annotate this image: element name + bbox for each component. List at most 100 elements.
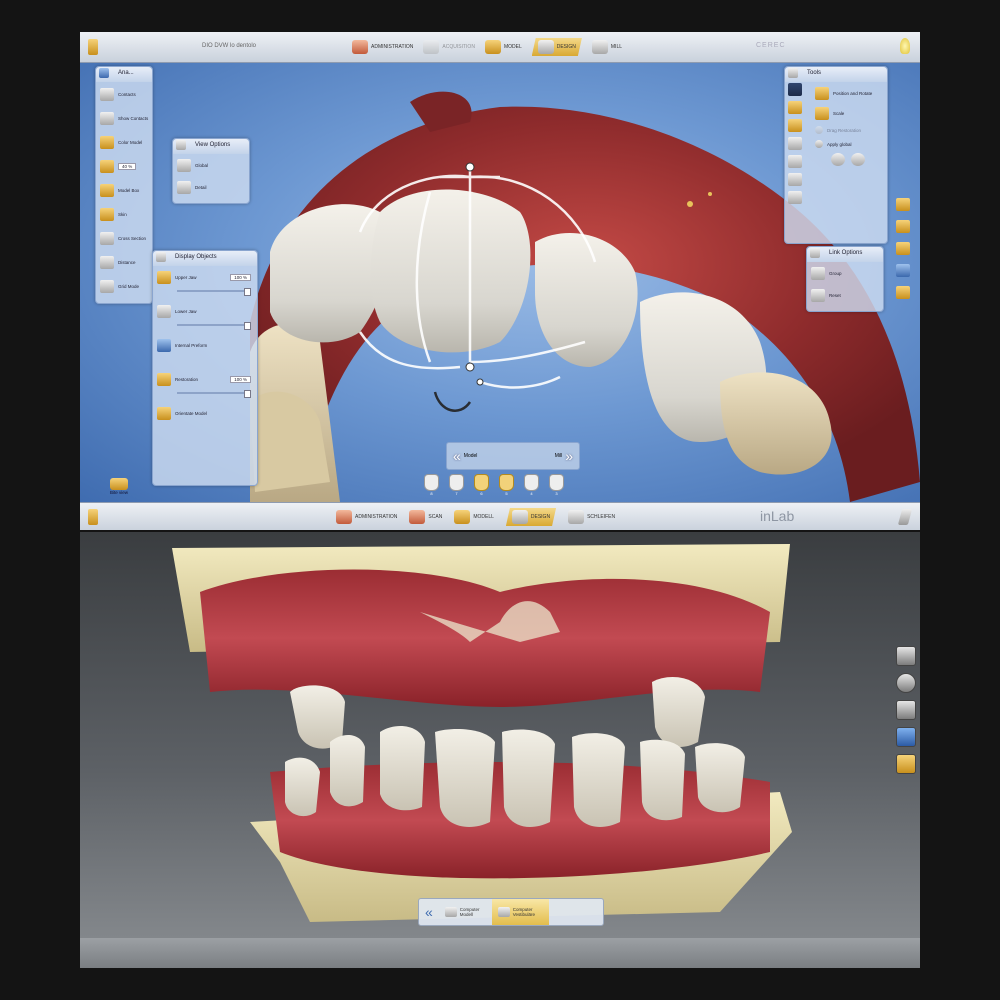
tab-computer-vestibulaere[interactable]: Computer Vestibuläre — [491, 899, 549, 925]
tooth-item[interactable]: 3 — [549, 474, 564, 496]
upper-jaw-percent[interactable]: 100 % — [230, 273, 251, 281]
display-lower-jaw[interactable]: Lower Jaw — [153, 300, 257, 334]
tooth-item[interactable]: 8 — [424, 474, 439, 496]
screen-icon[interactable] — [896, 727, 916, 747]
tools-panel: Tools Position and Rotate Scale Drag Res… — [784, 66, 888, 244]
distance-percent[interactable]: 40 % — [118, 162, 137, 170]
link-reset[interactable]: Reset — [807, 284, 883, 306]
form-icon[interactable] — [788, 101, 802, 114]
view-global[interactable]: Global — [173, 154, 249, 176]
workflow-steps: ADMINISTRATION ACQUISITION MODEL DESIGN … — [352, 38, 622, 56]
step-administration[interactable]: ADMINISTRATION — [336, 508, 397, 526]
step-modell[interactable]: MODELL — [454, 508, 494, 526]
analysis-panel: Ana... Contacts Show Contacts Color Mode… — [95, 66, 153, 304]
step-model[interactable]: MODEL — [484, 38, 522, 56]
step-administration[interactable]: ADMINISTRATION — [352, 38, 413, 56]
tools-icon[interactable] — [896, 700, 916, 720]
analysis-color-model[interactable]: Color Model — [96, 130, 152, 154]
tooth-item-selected[interactable]: 6 — [474, 474, 489, 496]
analysis-grid-mode[interactable]: Grid Mode — [96, 274, 152, 298]
pin-icon[interactable] — [897, 509, 913, 525]
design-icon — [511, 510, 528, 524]
rotate-icon[interactable] — [896, 673, 916, 693]
bottom-status-bar — [80, 938, 920, 968]
tool-icon[interactable] — [896, 242, 910, 255]
next-button[interactable]: Mill » — [555, 448, 573, 464]
case-breadcrumb: DIO DVW lo dentolo — [202, 43, 257, 49]
slider-knob[interactable] — [244, 390, 251, 398]
analysis-panel-title: Ana... — [96, 67, 152, 82]
grid-mode-icon — [100, 279, 114, 293]
tool-position-rotate[interactable]: Position and Rotate — [811, 83, 885, 103]
model-icon — [484, 40, 501, 54]
step-mill[interactable]: MILL — [591, 38, 622, 56]
step-design[interactable]: DESIGN — [505, 508, 557, 526]
lightbulb-icon[interactable] — [900, 38, 910, 54]
menu-icon[interactable] — [88, 509, 98, 525]
view-options-panel: View Options Global Detail — [172, 138, 250, 204]
step-schleifen[interactable]: SCHLEIFEN — [568, 508, 615, 526]
color-model-icon — [100, 135, 114, 149]
step-scan[interactable]: SCAN — [409, 508, 442, 526]
cube-icon[interactable] — [896, 198, 910, 211]
step-navigation: « Model Mill » — [446, 442, 580, 470]
display-internal-preform[interactable]: Internal Preform — [153, 334, 257, 368]
analysis-model-box[interactable]: Model Box — [96, 178, 152, 202]
analysis-contacts[interactable]: Contacts — [96, 82, 152, 106]
prev-arrows-icon[interactable]: « — [419, 904, 439, 920]
bite-view-button[interactable]: Bite view — [110, 478, 128, 495]
settings-icon[interactable] — [896, 754, 916, 774]
display-upper-jaw[interactable]: Upper Jaw 100 % — [153, 266, 257, 300]
tooth-item[interactable]: 7 — [449, 474, 464, 496]
analysis-distances[interactable]: 40 % — [96, 154, 152, 178]
group-icon — [811, 266, 825, 280]
rotate-icon[interactable] — [896, 220, 910, 233]
link-group[interactable]: Group — [807, 262, 883, 284]
tab-computer-modell[interactable]: Computer Modell — [439, 907, 492, 917]
show-contacts-icon — [100, 111, 114, 125]
restoration-slider[interactable] — [177, 390, 251, 398]
eye-icon[interactable] — [788, 83, 802, 96]
back-button[interactable]: « Model — [453, 448, 477, 464]
smooth-icon[interactable] — [788, 173, 802, 186]
restoration-percent[interactable]: 100 % — [230, 375, 251, 383]
tool-scale[interactable]: Scale — [811, 103, 885, 123]
tooth-icon — [474, 474, 489, 491]
tool-drag-restoration[interactable]: Drag Restoration — [811, 123, 885, 137]
cube-view-icon[interactable] — [896, 646, 916, 666]
tooth-icon — [499, 474, 514, 491]
slider-knob[interactable] — [244, 288, 251, 296]
analysis-icon — [99, 68, 109, 78]
analysis-cross-section[interactable]: Cross Section — [96, 226, 152, 250]
step-design[interactable]: DESIGN — [531, 38, 582, 56]
schleifen-icon — [568, 510, 585, 524]
analysis-distance[interactable]: Distance — [96, 250, 152, 274]
slider-knob[interactable] — [244, 322, 251, 330]
display-orientate-model[interactable]: Orientate Model — [153, 402, 257, 432]
bottom-workflow-toolbar: ADMINISTRATION SCAN MODELL DESIGN SCHLEI… — [80, 502, 920, 530]
analysis-show-contacts[interactable]: Show Contacts — [96, 106, 152, 130]
view-detail[interactable]: Detail — [173, 176, 249, 198]
carve-icon[interactable] — [788, 191, 802, 204]
tooth-item-selected[interactable]: 5 — [499, 474, 514, 496]
tooth-item[interactable]: 4 — [524, 474, 539, 496]
shape-icon[interactable] — [788, 119, 802, 132]
tooth-selector: 8 7 6 5 4 3 — [424, 474, 564, 496]
cut-icon[interactable] — [788, 137, 802, 150]
step-acquisition[interactable]: ACQUISITION — [423, 38, 475, 56]
lower-jaw-slider[interactable] — [177, 322, 251, 330]
inlab-bite-view: « Computer Modell Computer Vestibuläre — [80, 532, 920, 968]
rotate-left-icon[interactable] — [831, 153, 845, 166]
screen-icon[interactable] — [896, 264, 910, 277]
analysis-skin[interactable]: Skin — [96, 202, 152, 226]
tools-options: Position and Rotate Scale Drag Restorati… — [811, 83, 885, 166]
settings-icon[interactable] — [896, 286, 910, 299]
display-restoration[interactable]: Restoration 100 % — [153, 368, 257, 402]
upper-jaw-slider[interactable] — [177, 288, 251, 296]
menu-icon[interactable] — [88, 39, 98, 55]
tool-apply-global[interactable]: Apply global — [811, 137, 885, 151]
bottom-side-icons — [896, 646, 916, 774]
rotate-right-icon[interactable] — [851, 153, 865, 166]
tooth-icon — [424, 474, 439, 491]
add-icon[interactable] — [788, 155, 802, 168]
